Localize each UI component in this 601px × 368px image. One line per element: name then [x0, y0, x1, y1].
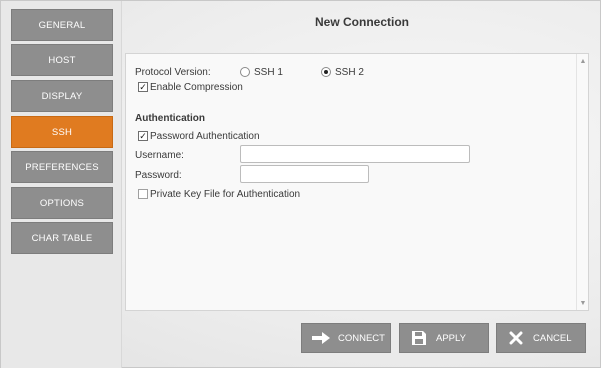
password-label: Password:	[135, 170, 182, 181]
scroll-down-icon[interactable]: ▼	[577, 297, 589, 309]
ssh1-radio[interactable]	[240, 67, 250, 77]
apply-label: APPLY	[436, 332, 466, 344]
sidebar-item-char-table[interactable]: CHAR TABLE	[11, 222, 113, 254]
sidebar-item-label: OPTIONS	[39, 197, 85, 209]
sidebar-item-general[interactable]: GENERAL	[11, 9, 113, 41]
password-auth-checkbox[interactable]: ✓	[138, 131, 148, 141]
sidebar-item-label: CHAR TABLE	[31, 232, 93, 244]
username-input[interactable]	[240, 145, 470, 163]
apply-button[interactable]: APPLY	[399, 323, 489, 353]
ssh1-label[interactable]: SSH 1	[254, 67, 283, 78]
connect-label: CONNECT	[338, 332, 385, 344]
ssh2-label[interactable]: SSH 2	[335, 67, 364, 78]
password-input[interactable]	[240, 165, 369, 183]
vertical-scrollbar[interactable]: ▲ ▼	[576, 54, 588, 310]
enable-compression-checkbox[interactable]: ✓	[138, 82, 148, 92]
scroll-up-icon[interactable]: ▲	[577, 55, 589, 67]
close-icon	[503, 323, 529, 353]
private-key-checkbox[interactable]	[138, 189, 148, 199]
sidebar-item-preferences[interactable]: PREFERENCES	[11, 151, 113, 183]
sidebar-item-label: PREFERENCES	[25, 161, 99, 173]
sidebar-item-label: SSH	[51, 126, 73, 138]
sidebar: GENERAL HOST DISPLAY SSH PREFERENCES OPT…	[1, 1, 122, 368]
ssh2-radio[interactable]	[321, 67, 331, 77]
save-disk-icon	[406, 323, 432, 353]
username-label: Username:	[135, 150, 184, 161]
arrow-right-icon	[308, 323, 334, 353]
ssh-settings-panel: Protocol Version: SSH 1 SSH 2 ✓ Enable C…	[125, 53, 589, 311]
sidebar-item-ssh[interactable]: SSH	[11, 116, 113, 148]
private-key-label[interactable]: Private Key File for Authentication	[150, 189, 300, 200]
authentication-heading: Authentication	[135, 113, 205, 124]
sidebar-item-host[interactable]: HOST	[11, 44, 113, 76]
dialog-window: GENERAL HOST DISPLAY SSH PREFERENCES OPT…	[0, 0, 601, 368]
enable-compression-label[interactable]: Enable Compression	[150, 82, 243, 93]
password-auth-label[interactable]: Password Authentication	[150, 131, 260, 142]
cancel-label: CANCEL	[533, 332, 572, 344]
sidebar-item-options[interactable]: OPTIONS	[11, 187, 113, 219]
protocol-version-label: Protocol Version:	[135, 67, 211, 78]
sidebar-item-label: HOST	[48, 54, 76, 66]
dialog-title: New Connection	[314, 15, 409, 29]
connect-button[interactable]: CONNECT	[301, 323, 391, 353]
sidebar-item-display[interactable]: DISPLAY	[11, 80, 113, 112]
sidebar-item-label: DISPLAY	[41, 90, 83, 102]
cancel-button[interactable]: CANCEL	[496, 323, 586, 353]
sidebar-item-label: GENERAL	[38, 19, 86, 31]
